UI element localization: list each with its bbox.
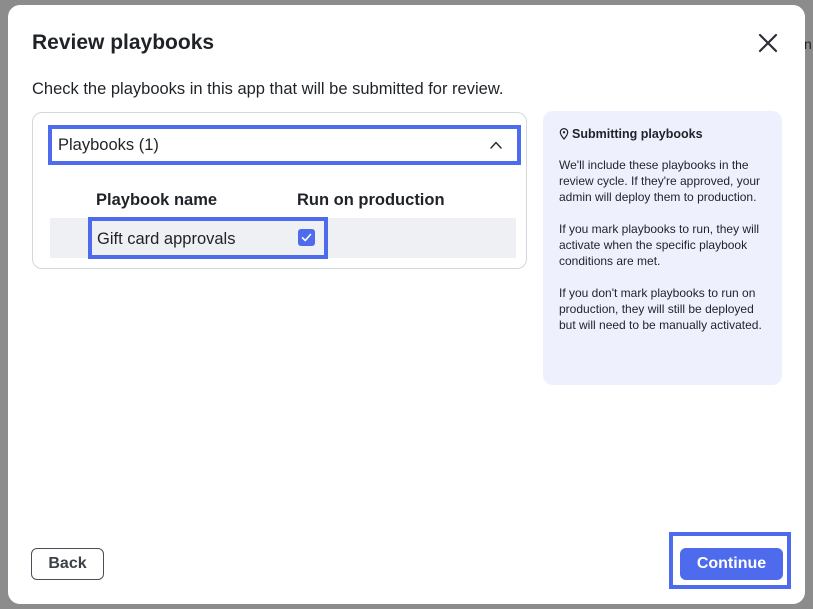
info-paragraph: If you mark playbooks to run, they will …	[559, 222, 760, 268]
checkmark-icon	[301, 233, 312, 242]
review-playbooks-dialog: Review playbooks Check the playbooks in …	[8, 5, 805, 604]
info-panel: Submitting playbooks We'll include these…	[543, 111, 782, 385]
chevron-up-icon	[490, 141, 502, 149]
info-panel-heading: Submitting playbooks	[559, 127, 766, 141]
dialog-title: Review playbooks	[32, 31, 215, 54]
playbooks-card: Playbooks (1) Playbook name Run on produ…	[32, 112, 527, 269]
location-pin-icon	[559, 128, 569, 140]
continue-button-highlight: Continue	[669, 532, 791, 589]
run-on-production-checkbox[interactable]	[298, 229, 315, 246]
column-header-playbook-name: Playbook name	[96, 191, 218, 209]
playbook-name-cell: Gift card approvals	[97, 230, 236, 248]
info-paragraph: We'll include these playbooks in the rev…	[559, 158, 761, 204]
playbooks-accordion-toggle[interactable]: Playbooks (1)	[48, 125, 521, 165]
continue-button[interactable]: Continue	[680, 548, 783, 580]
info-panel-title: Submitting playbooks	[572, 127, 703, 141]
dialog-description: Check the playbooks in this app that wil…	[32, 80, 504, 98]
background-text-fragment: n	[804, 36, 812, 52]
info-paragraph: If you don't mark playbooks to run on pr…	[559, 286, 762, 332]
close-icon	[758, 33, 778, 53]
playbooks-accordion-title: Playbooks (1)	[58, 135, 159, 154]
close-button[interactable]	[756, 31, 780, 55]
column-header-run-on-production: Run on production	[297, 191, 445, 209]
back-button[interactable]: Back	[31, 548, 104, 580]
